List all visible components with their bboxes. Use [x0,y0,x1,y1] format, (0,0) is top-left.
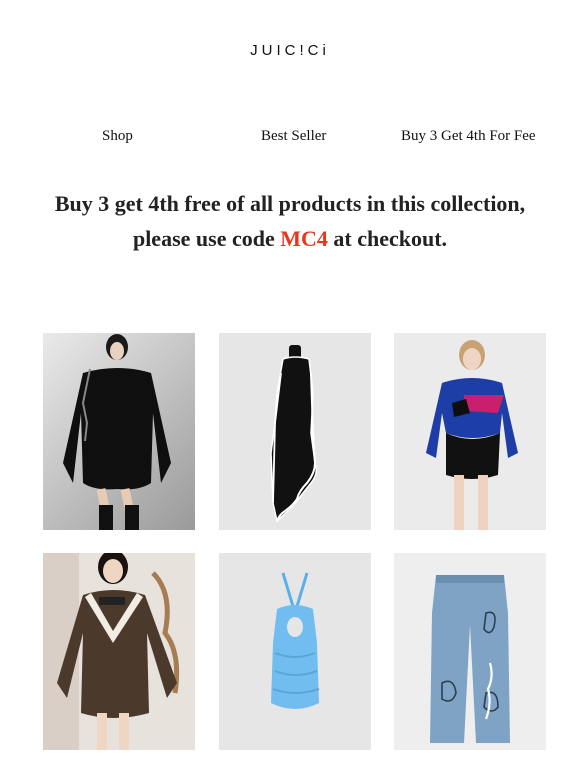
nav-link-best-seller[interactable]: Best Seller [261,128,326,145]
blue-cropped-sweater-image [426,340,518,530]
black-asymmetric-dress-image [270,345,318,523]
black-sweatshirt-dress-image [63,334,171,530]
promo-banner: Buy 3 get 4th free of all products in th… [0,186,580,256]
product-card-brown-v-neck-dress[interactable] [43,553,195,750]
product-card-blue-halter-dress[interactable] [219,553,371,750]
promo-line-1: Buy 3 get 4th free of all products in th… [54,191,526,216]
promo-line-2-start: please use code [132,226,281,251]
product-card-printed-jeans[interactable] [394,553,546,750]
blue-halter-dress-image [271,572,320,709]
promo-code: MC4 [280,226,328,251]
main-nav: Shop Best Seller Buy 3 Get 4th For Fee [0,128,580,148]
nav-link-shop[interactable]: Shop [102,128,133,145]
printed-jeans-image [430,575,510,743]
promo-line-2: please use code MC4 at checkout. [0,221,580,256]
nav-link-buy-3-get-4th[interactable]: Buy 3 Get 4th For Fee [401,128,536,145]
brand-logo[interactable]: JUIC!Ci [0,42,580,59]
promo-line-2-end: at checkout. [327,226,448,251]
product-card-black-asymmetric-dress[interactable] [219,333,371,530]
product-card-blue-cropped-sweater[interactable] [394,333,546,530]
brown-v-neck-dress-image [43,553,180,750]
product-card-black-sweatshirt-dress[interactable] [43,333,195,530]
